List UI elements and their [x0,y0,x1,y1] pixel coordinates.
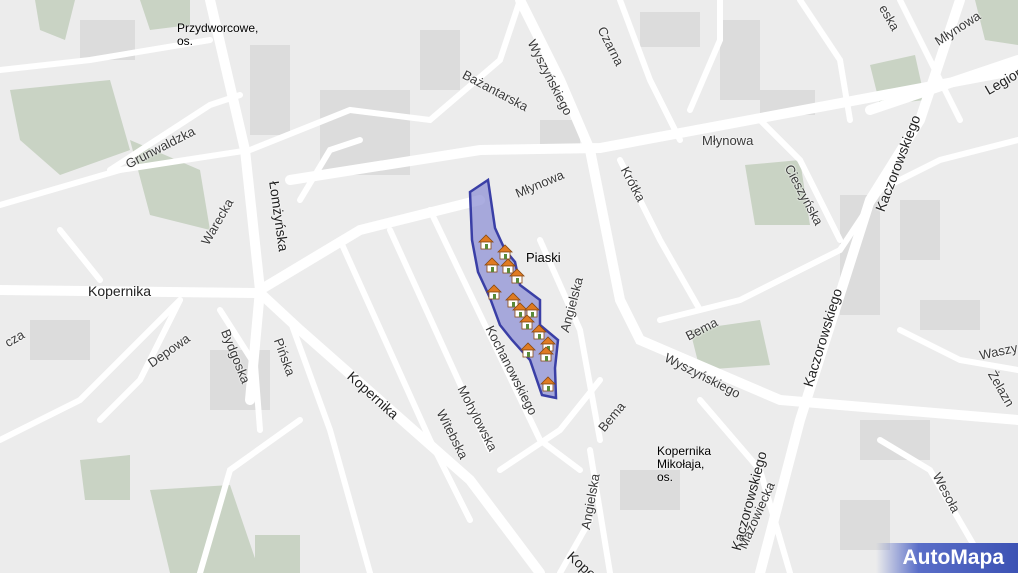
street-label-mlynowa-right: Młynowa [702,133,754,148]
place-label-kopernika-os: Kopernika Mikołaja, os. [657,444,712,484]
place-label-piaski: Piaski [526,250,561,265]
place-label-przydworcowe: Przydworcowe, os. [177,21,259,48]
street-label-kopernika-left: Kopernika [88,283,152,299]
map-view[interactable]: Przydworcowe, os. Piaski Kopernika Mikoł… [0,0,1018,573]
map-canvas[interactable] [0,0,1018,573]
automapa-logo[interactable]: AutoMapa [876,543,1018,573]
